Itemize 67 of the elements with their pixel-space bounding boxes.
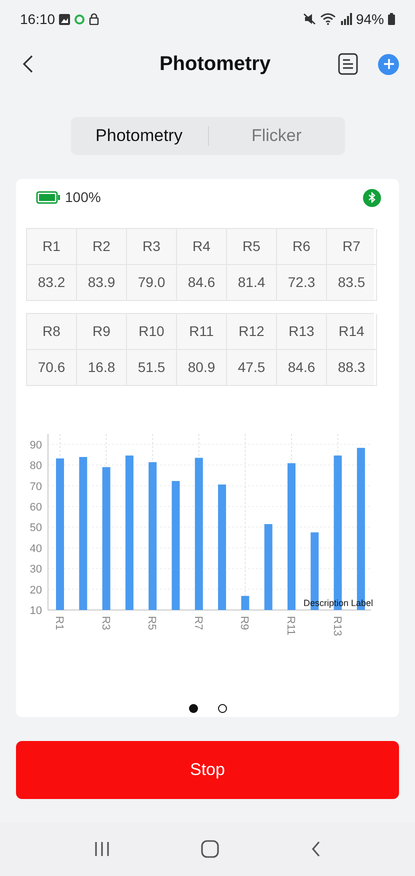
x-tick-label: R5: [146, 616, 158, 630]
table-cell: 84.6: [277, 350, 327, 386]
y-tick-label: 10: [30, 605, 42, 617]
table-cell: 16.8: [77, 350, 127, 386]
table-header-cell: R4: [177, 229, 227, 265]
x-tick-label: R13: [330, 616, 343, 636]
lock-icon: [89, 13, 100, 25]
table-header-cell: R11: [177, 314, 227, 350]
table-header-cell: R3: [127, 229, 177, 265]
sync-icon: [74, 14, 86, 24]
table-cell: 80.9: [177, 350, 227, 386]
page-title: Photometry: [158, 52, 272, 77]
image-icon: [59, 14, 70, 24]
table-cell: 83.5: [327, 265, 377, 301]
table-header-cell: R10: [127, 314, 177, 350]
tab[interactable]: Photometry: [70, 123, 208, 149]
back-icon: [22, 55, 34, 73]
x-tick-label: R11: [284, 616, 296, 636]
table-header-cell: R7: [327, 229, 377, 265]
table-header-cell: R13: [277, 314, 327, 350]
table-cell: 88.3: [327, 350, 377, 386]
y-tick-label: 30: [30, 564, 42, 576]
home-icon[interactable]: [201, 840, 220, 858]
table-header-cell: R8: [27, 314, 77, 350]
table-header-cell: R14: [327, 314, 377, 350]
table-header-cell: R6: [277, 229, 327, 265]
y-tick-label: 70: [30, 480, 42, 493]
table-cell: 83.9: [77, 265, 127, 301]
bar: [241, 596, 250, 610]
y-tick-label: 50: [30, 522, 42, 534]
wifi-icon: [320, 13, 336, 25]
table-cell: 81.4: [227, 265, 277, 301]
y-tick-label: 80: [30, 460, 42, 472]
table-cell: 47.5: [227, 350, 277, 386]
stop-button[interactable]: Stop: [16, 741, 399, 799]
tab[interactable]: Flicker: [208, 123, 344, 149]
device-battery: 100%: [65, 188, 101, 207]
y-tick-label: 90: [30, 439, 42, 452]
table-cell: 70.6: [27, 350, 77, 386]
x-tick-label: R9: [238, 616, 250, 630]
mute-icon: [302, 13, 316, 25]
table-cell: 72.3: [277, 265, 327, 301]
x-tick-label: R7: [192, 616, 204, 630]
x-tick-label: R3: [99, 616, 112, 630]
back-icon[interactable]: [311, 841, 322, 857]
table-cell: 84.6: [177, 265, 227, 301]
bluetooth-icon: [363, 188, 381, 206]
y-tick-label: 20: [30, 584, 42, 596]
table-cell: 83.2: [27, 265, 77, 301]
status-time: 16:10: [20, 10, 56, 28]
y-tick-label: 60: [30, 501, 42, 514]
battery-icon: [36, 191, 61, 204]
recent-apps-icon[interactable]: [94, 841, 110, 857]
x-tick-label: R1: [53, 616, 65, 630]
battery-icon: [388, 13, 395, 25]
table-header-cell: R9: [77, 314, 127, 350]
battery-percentage: 94%: [356, 10, 384, 28]
y-tick-label: 40: [30, 542, 42, 555]
table-cell: 51.5: [127, 350, 177, 386]
table-header-cell: R1: [27, 229, 77, 265]
table-header-cell: R12: [227, 314, 277, 350]
table-cell: 79.0: [127, 265, 177, 301]
table-header-cell: R5: [227, 229, 277, 265]
add-button[interactable]: [378, 54, 399, 74]
table-header-cell: R2: [77, 229, 127, 265]
signal-icon: [340, 13, 352, 25]
plus-icon: [384, 59, 394, 69]
